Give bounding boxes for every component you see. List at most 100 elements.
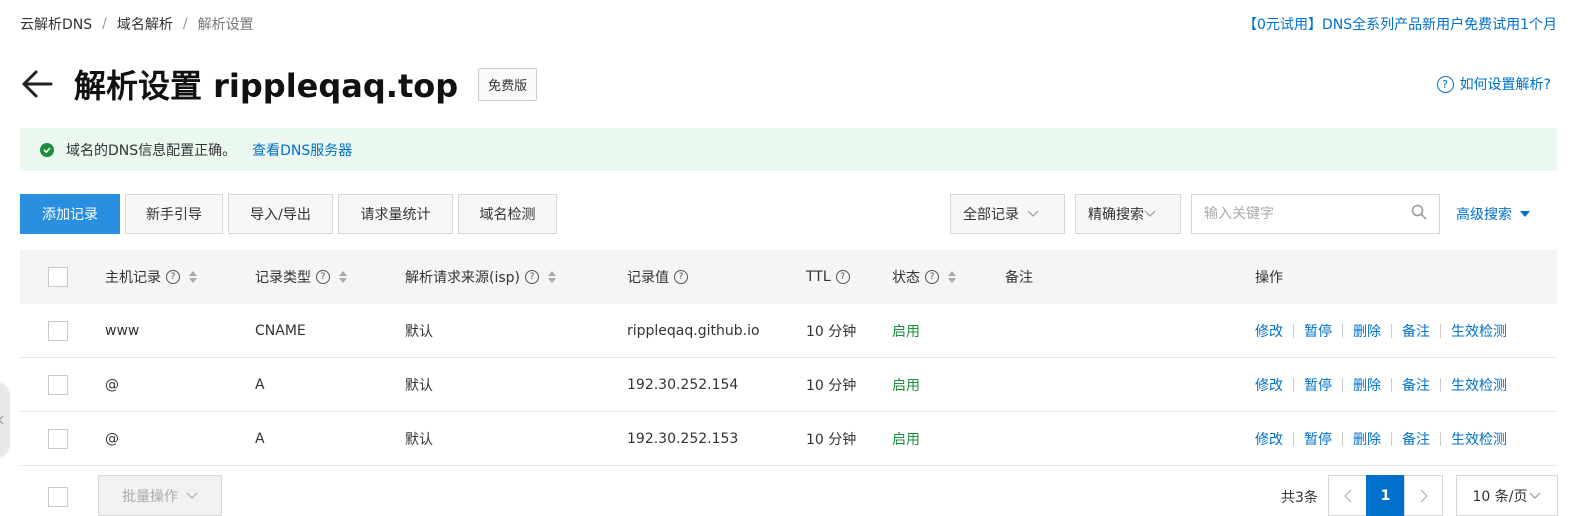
page-button-current[interactable]: 1	[1366, 475, 1405, 516]
help-question-icon[interactable]: ?	[525, 270, 539, 284]
dns-status-alert: 域名的DNS信息配置正确。 查看DNS服务器	[20, 128, 1557, 171]
chevron-down-icon	[1027, 210, 1039, 218]
row-checkbox[interactable]	[48, 428, 68, 449]
check-circle-icon	[40, 142, 54, 157]
note-link[interactable]: 备注	[1402, 321, 1430, 341]
cell-type: CNAME	[255, 322, 306, 339]
help-question-icon[interactable]: ?	[316, 270, 330, 284]
chevron-down-icon	[186, 492, 198, 500]
select-all-checkbox[interactable]	[48, 267, 68, 287]
cell-status: 启用	[892, 431, 920, 448]
cell-host: @	[105, 430, 119, 447]
sort-icon[interactable]	[948, 271, 956, 283]
free-trial-promo-link[interactable]: 【0元试用】DNS全系列产品新用户免费试用1个月	[1243, 14, 1557, 34]
page-size-value: 10 条/页	[1472, 488, 1528, 505]
search-mode-select[interactable]: 精确搜索	[1075, 194, 1181, 234]
column-actions: 操作	[1255, 270, 1283, 286]
help-question-icon[interactable]: ?	[674, 270, 688, 284]
column-value: 记录值 ?	[627, 267, 688, 287]
row-checkbox[interactable]	[48, 374, 68, 395]
search-box	[1191, 194, 1440, 234]
filter-bar: 全部记录 精确搜索 高级搜索	[950, 194, 1530, 234]
page-size-select[interactable]: 10 条/页	[1456, 475, 1558, 516]
view-dns-servers-link[interactable]: 查看DNS服务器	[252, 140, 352, 160]
sidebar-expand-handle[interactable]	[0, 382, 10, 458]
cell-isp: 默认	[405, 377, 433, 394]
add-record-button[interactable]: 添加记录	[20, 194, 120, 234]
cell-value: 192.30.252.153	[627, 430, 739, 447]
breadcrumb-cloud-dns[interactable]: 云解析DNS	[20, 14, 92, 34]
column-ttl-label: TTL	[806, 269, 831, 285]
title-row: 解析设置 rippleqaq.top 免费版	[20, 62, 538, 106]
how-to-configure-link[interactable]: ? 如何设置解析?	[1436, 74, 1551, 94]
column-host-label: 主机记录	[105, 270, 161, 286]
bulk-actions-select[interactable]: 批量操作	[98, 475, 222, 516]
row-checkbox[interactable]	[48, 320, 68, 341]
domain-check-button[interactable]: 域名检测	[458, 194, 557, 234]
help-question-icon[interactable]: ?	[835, 270, 850, 284]
import-export-button[interactable]: 导入/导出	[228, 194, 333, 234]
help-question-icon: ?	[1436, 75, 1454, 93]
help-question-icon[interactable]: ?	[925, 270, 939, 284]
caret-down-icon	[1520, 211, 1530, 217]
note-link[interactable]: 备注	[1402, 375, 1430, 395]
bulk-actions-label: 批量操作	[122, 488, 178, 505]
edit-link[interactable]: 修改	[1255, 429, 1283, 449]
column-isp-label: 解析请求来源(isp)	[405, 270, 520, 286]
sort-icon[interactable]	[548, 271, 556, 283]
breadcrumb: 云解析DNS / 域名解析 / 解析设置	[20, 14, 254, 34]
pause-link[interactable]: 暂停	[1304, 429, 1332, 449]
search-mode-value: 精确搜索	[1088, 207, 1144, 223]
column-host: 主机记录 ?	[105, 267, 197, 287]
table-row: @ A 默认 192.30.252.153 10 分钟 启用 修改 暂停 删除 …	[20, 412, 1557, 466]
note-link[interactable]: 备注	[1402, 429, 1430, 449]
record-scope-select[interactable]: 全部记录	[950, 194, 1065, 234]
breadcrumb-current: 解析设置	[197, 17, 254, 33]
edit-link[interactable]: 修改	[1255, 375, 1283, 395]
effect-check-link[interactable]: 生效检测	[1451, 429, 1507, 449]
cell-host: www	[105, 322, 140, 339]
help-question-icon[interactable]: ?	[166, 270, 180, 284]
chevron-left-icon	[0, 415, 4, 425]
delete-link[interactable]: 删除	[1353, 429, 1381, 449]
alert-message: 域名的DNS信息配置正确。	[66, 142, 237, 159]
advanced-search-toggle[interactable]: 高级搜索	[1456, 204, 1530, 224]
column-type-label: 记录类型	[255, 270, 311, 286]
back-arrow-icon[interactable]	[20, 67, 54, 101]
breadcrumb-separator: /	[102, 16, 107, 32]
breadcrumb-separator: /	[182, 16, 188, 32]
cell-host: @	[105, 376, 119, 393]
search-icon[interactable]	[1411, 204, 1427, 224]
sort-icon[interactable]	[189, 271, 197, 283]
table-footer: 批量操作 共3条 1 10 条/页	[20, 475, 1558, 516]
breadcrumb-domain-resolution[interactable]: 域名解析	[117, 14, 173, 34]
footer-select-all-checkbox[interactable]	[48, 487, 68, 507]
cell-ttl: 10 分钟	[806, 431, 857, 448]
row-actions: 修改 暂停 删除 备注 生效检测	[1255, 375, 1507, 395]
effect-check-link[interactable]: 生效检测	[1451, 375, 1507, 395]
beginner-guide-button[interactable]: 新手引导	[125, 194, 223, 234]
pagination: 1	[1328, 475, 1443, 516]
pause-link[interactable]: 暂停	[1304, 375, 1332, 395]
delete-link[interactable]: 删除	[1353, 321, 1381, 341]
search-input[interactable]	[1204, 206, 1394, 222]
delete-link[interactable]: 删除	[1353, 375, 1381, 395]
request-stats-button[interactable]: 请求量统计	[338, 194, 453, 234]
next-page-button[interactable]	[1404, 475, 1443, 516]
table-row: @ A 默认 192.30.252.154 10 分钟 启用 修改 暂停 删除 …	[20, 358, 1557, 412]
dns-records-table: 主机记录 ? 记录类型 ? 解析请求来源(isp) ? 记录值 ? TTL ? …	[20, 250, 1557, 466]
prev-page-button[interactable]	[1328, 475, 1367, 516]
advanced-search-label: 高级搜索	[1456, 207, 1512, 223]
edit-link[interactable]: 修改	[1255, 321, 1283, 341]
total-count: 共3条	[1281, 490, 1318, 506]
column-value-label: 记录值	[627, 270, 669, 286]
help-link-label: 如何设置解析?	[1459, 77, 1551, 93]
sort-icon[interactable]	[339, 271, 347, 283]
column-type: 记录类型 ?	[255, 267, 347, 287]
cell-type: A	[255, 376, 265, 393]
effect-check-link[interactable]: 生效检测	[1451, 321, 1507, 341]
pause-link[interactable]: 暂停	[1304, 321, 1332, 341]
cell-type: A	[255, 430, 265, 447]
chevron-right-icon	[1420, 489, 1428, 502]
chevron-down-icon	[1144, 210, 1156, 218]
